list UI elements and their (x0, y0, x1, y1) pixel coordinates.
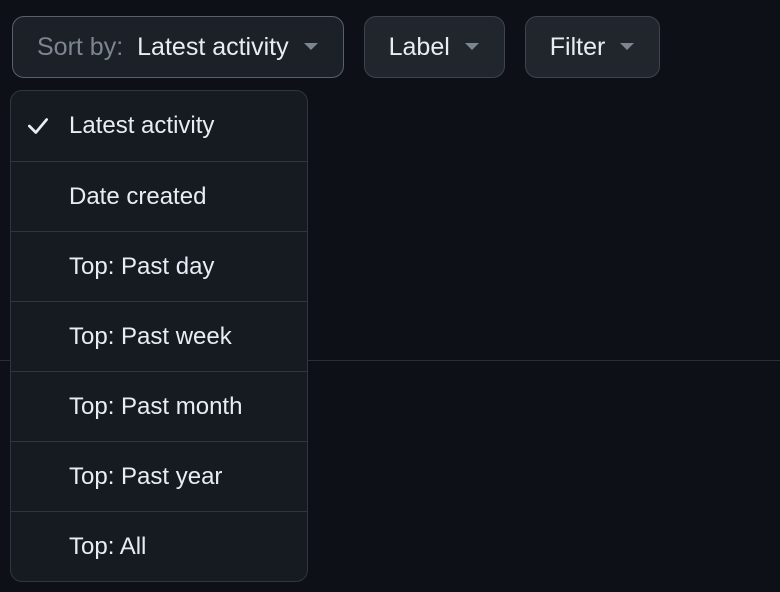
sort-option-top-past-year[interactable]: Top: Past year (11, 441, 307, 511)
sort-option-date-created[interactable]: Date created (11, 161, 307, 231)
caret-down-icon (619, 42, 635, 52)
caret-down-icon (464, 42, 480, 52)
sort-option-label: Date created (69, 183, 206, 211)
label-button[interactable]: Label (364, 16, 505, 78)
sort-by-value: Latest activity (137, 33, 288, 62)
sort-option-label: Top: Past year (69, 463, 222, 491)
check-icon (25, 113, 69, 139)
sort-option-label: Top: Past day (69, 253, 214, 281)
sort-option-top-all[interactable]: Top: All (11, 511, 307, 581)
sort-by-prefix: Sort by: (37, 33, 123, 62)
label-button-text: Label (389, 33, 450, 62)
filter-button[interactable]: Filter (525, 16, 661, 78)
filter-toolbar: Sort by: Latest activity Label Filter (12, 16, 768, 78)
sort-option-latest-activity[interactable]: Latest activity (11, 91, 307, 161)
caret-down-icon (303, 42, 319, 52)
sort-option-label: Latest activity (69, 112, 214, 140)
sort-option-top-past-month[interactable]: Top: Past month (11, 371, 307, 441)
sort-by-button[interactable]: Sort by: Latest activity (12, 16, 344, 78)
sort-option-label: Top: All (69, 533, 146, 561)
sort-option-label: Top: Past month (69, 393, 242, 421)
sort-option-label: Top: Past week (69, 323, 232, 351)
sort-dropdown: Latest activity Date created Top: Past d… (10, 90, 308, 582)
sort-option-top-past-week[interactable]: Top: Past week (11, 301, 307, 371)
filter-button-text: Filter (550, 33, 606, 62)
sort-option-top-past-day[interactable]: Top: Past day (11, 231, 307, 301)
